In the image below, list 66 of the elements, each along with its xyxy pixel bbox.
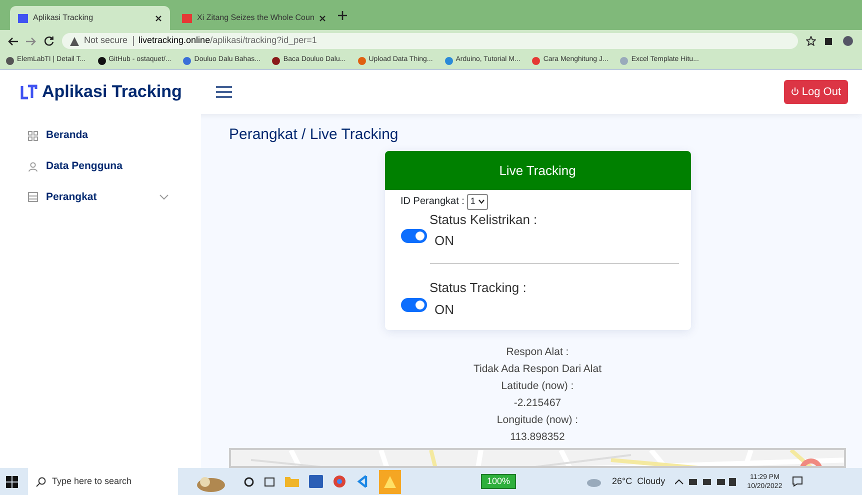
- bookmark-icon: [620, 56, 628, 64]
- card-header: Live Tracking: [384, 150, 690, 190]
- reload-icon[interactable]: [44, 36, 54, 46]
- info-text: -2.215467: [512, 396, 562, 410]
- grid-icon: [28, 130, 38, 141]
- new-tab-icon[interactable]: [338, 10, 347, 20]
- bookmark-icon: [6, 56, 14, 64]
- list-icon: [28, 192, 38, 202]
- info-text: Latitude (now) :: [500, 378, 575, 394]
- status-value: ON: [434, 232, 454, 250]
- breadcrumb: Perangkat / Live Tracking: [229, 125, 398, 145]
- warning-icon: [70, 36, 79, 46]
- page-icon: [182, 14, 192, 22]
- bookmark-icon: [98, 56, 106, 64]
- browser-tab[interactable]: Xi Zitang Seizes the Whole Coun: [174, 6, 334, 30]
- star-icon[interactable]: [806, 36, 816, 46]
- status-value: ON: [434, 300, 454, 319]
- info-text: Respon Alat :: [505, 344, 570, 360]
- info-text: Tidak Ada Respon Dari Alat: [473, 362, 602, 376]
- bookmark-icon: [532, 56, 540, 64]
- caret-icon: [478, 199, 485, 204]
- windows-icon[interactable]: [6, 476, 18, 488]
- sidebar-item[interactable]: Perangkat: [28, 190, 189, 206]
- cloud-icon: [586, 476, 602, 486]
- bookmark-icon: [358, 56, 366, 64]
- notification-icon[interactable]: [792, 476, 804, 487]
- bookmark-icon: [183, 56, 192, 64]
- extensions-icon[interactable]: [824, 36, 834, 46]
- device-label: ID Perangkat :: [400, 195, 464, 210]
- toggle-switch[interactable]: [400, 229, 426, 243]
- code-editor-icon[interactable]: [356, 475, 369, 488]
- weather-text[interactable]: 26°C Cloudy: [612, 474, 666, 488]
- sidebar-item[interactable]: Beranda: [28, 128, 189, 144]
- info-text: 113.898352: [509, 430, 566, 444]
- forward-icon[interactable]: [26, 36, 36, 46]
- bookmark-icon: [272, 56, 280, 64]
- status-label: Status Tracking :: [428, 279, 528, 297]
- profile-icon[interactable]: [842, 35, 854, 47]
- toggle-switch[interactable]: [400, 298, 426, 312]
- address-bar[interactable]: Not secure livetracking.online/aplikasi/tracking?id_per=1: [62, 33, 798, 49]
- info-text: Longitude (now) :: [496, 412, 580, 428]
- system-tray-icons[interactable]: [675, 476, 738, 486]
- back-icon[interactable]: [8, 36, 18, 46]
- browser-tab[interactable]: Aplikasi Tracking: [10, 6, 170, 30]
- logo-icon: [20, 84, 38, 100]
- sidebar-item[interactable]: Data Pengguna: [28, 158, 189, 174]
- window-icon[interactable]: [264, 476, 275, 486]
- browser-icon[interactable]: [333, 475, 346, 488]
- security-label: Not secure: [84, 34, 128, 48]
- battery-indicator: 100%: [481, 474, 516, 490]
- chevron-icon: [159, 194, 169, 200]
- task-view-icon[interactable]: [244, 476, 254, 486]
- url-text: livetracking.online/aplikasi/tracking?id_per=1: [138, 34, 317, 48]
- taskbar-search[interactable]: Type here to search: [28, 468, 178, 495]
- menu-icon[interactable]: [216, 85, 232, 99]
- close-icon[interactable]: [155, 14, 162, 22]
- page-icon: [18, 14, 28, 22]
- status-label: Status Kelistrikan :: [428, 210, 538, 228]
- person-icon: [28, 162, 38, 172]
- bookmark-icon: [444, 56, 453, 64]
- logout-button[interactable]: Log Out: [784, 80, 848, 104]
- power-icon: [790, 87, 799, 96]
- app-brand[interactable]: Aplikasi Tracking: [20, 79, 216, 105]
- search-icon: [36, 476, 46, 486]
- close-icon[interactable]: [319, 14, 326, 22]
- device-select[interactable]: 1: [467, 194, 488, 210]
